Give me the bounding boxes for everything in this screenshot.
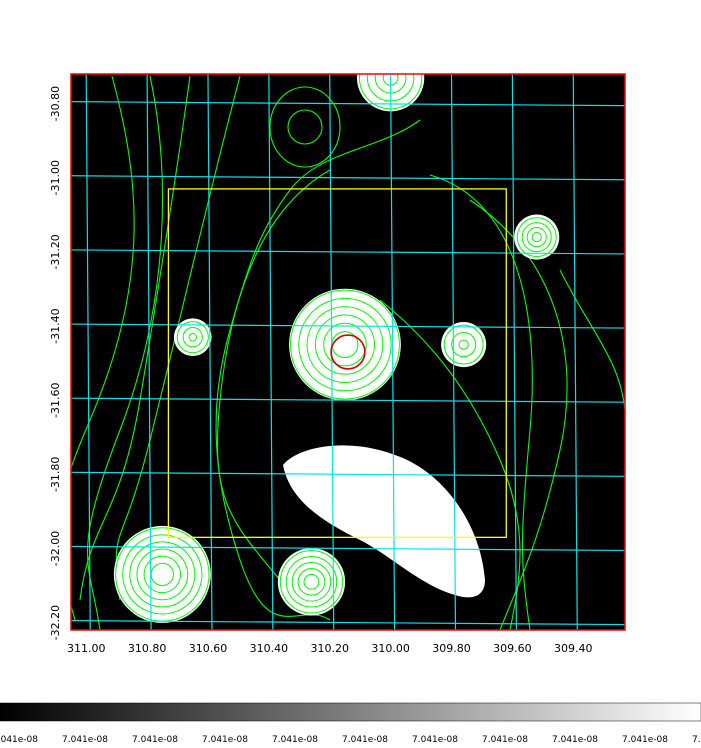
- x-tick-label: 309.40: [554, 642, 593, 655]
- colorbar-labels: 7.041e-08 7.041e-08 7.041e-08 7.041e-08 7.04…: [0, 735, 701, 745]
- colorbar-label: 7.041e-08: [412, 735, 458, 745]
- source-blob: [113, 525, 211, 623]
- colorbar-label: 7.041e-08: [132, 735, 178, 745]
- x-tick-label: 310.00: [371, 642, 410, 655]
- x-tick-label: 309.80: [432, 642, 471, 655]
- x-tick-label: 310.60: [189, 642, 228, 655]
- colorbar-label: 7.041e-08: [342, 735, 388, 745]
- y-tick-label: -32.20: [49, 605, 62, 640]
- y-tick-label: -32.00: [49, 531, 62, 566]
- colorbar-label: 7.041e-08: [552, 735, 598, 745]
- x-tick-label: 310.40: [250, 642, 289, 655]
- colorbar-label: 7.041e-08: [622, 735, 668, 745]
- x-tick-label: 310.80: [128, 642, 167, 655]
- y-axis-ticks: -30.80 -31.00 -31.20 -31.40 -31.60 -31.80 -32.…: [49, 86, 62, 640]
- source-blob: [289, 288, 401, 401]
- colorbar-label: 7.041e-08: [62, 735, 108, 745]
- colorbar-gradient: [0, 702, 701, 722]
- source-blob: [173, 318, 212, 356]
- source-blob: [441, 322, 487, 368]
- sky-image-chart: 311.00 310.80 310.60 310.40 310.20 310.00 309.…: [0, 73, 701, 745]
- y-tick-label: -31.20: [49, 234, 62, 269]
- colorbar-label: 7.041e-08: [482, 735, 528, 745]
- y-tick-label: -31.80: [49, 457, 62, 492]
- colorbar-label: 7.041e-08: [202, 735, 248, 745]
- colorbar-label: 7.041e-08: [692, 735, 701, 745]
- y-tick-label: -31.40: [49, 308, 62, 343]
- y-tick-label: -31.00: [49, 160, 62, 195]
- y-tick-label: -30.80: [49, 86, 62, 121]
- x-tick-label: 311.00: [67, 642, 106, 655]
- x-axis-ticks: 311.00 310.80 310.60 310.40 310.20 310.00 309.…: [67, 642, 593, 655]
- colorbar-label: 7.041e-08: [0, 735, 38, 745]
- colorbar-label: 7.041e-08: [272, 735, 318, 745]
- source-blob: [277, 548, 346, 616]
- x-tick-label: 309.60: [493, 642, 532, 655]
- y-tick-label: -31.60: [49, 382, 62, 417]
- x-tick-label: 310.20: [310, 642, 349, 655]
- colorbar: 7.041e-08 7.041e-08 7.041e-08 7.041e-08 7.04…: [0, 702, 701, 745]
